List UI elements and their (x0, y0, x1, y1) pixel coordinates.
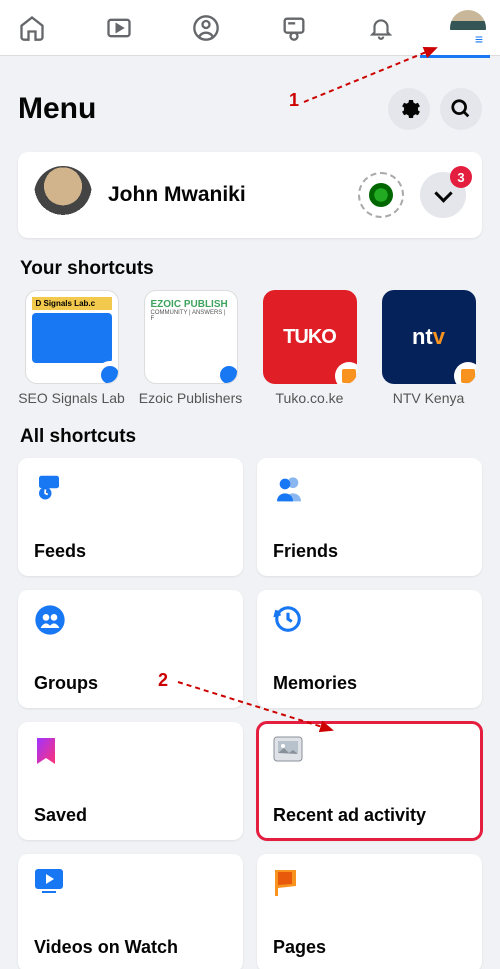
tile-feeds[interactable]: Feeds (18, 458, 243, 576)
memories-icon (273, 604, 305, 636)
profile-card[interactable]: John Mwaniki 3 (18, 152, 482, 238)
shortcut-ntv-kenya[interactable]: ntv NTV Kenya (375, 290, 482, 406)
watch-tab[interactable] (99, 8, 139, 48)
shortcut-seo-signals-lab[interactable]: D Signals Lab.c SEO Signals Lab (18, 290, 125, 406)
feeds-icon (34, 472, 66, 504)
group-badge-icon (96, 361, 119, 384)
page-badge-icon (454, 362, 476, 384)
menu-tab-avatar[interactable] (448, 8, 488, 48)
tile-saved[interactable]: Saved (18, 722, 243, 840)
search-button[interactable] (440, 88, 482, 130)
home-tab[interactable] (12, 8, 52, 48)
switch-profile-button[interactable] (358, 172, 404, 218)
menu-header: Menu (18, 88, 482, 130)
shortcut-label: Ezoic Publishers (139, 390, 243, 406)
group-badge-icon (215, 361, 238, 384)
shortcut-tuko[interactable]: TUKO Tuko.co.ke (256, 290, 363, 406)
shortcut-label: SEO Signals Lab (18, 390, 125, 406)
page-title: Menu (18, 92, 96, 126)
shortcut-ezoic-publishers[interactable]: EZOIC PUBLISH COMMUNITY | ANSWERS | F Ez… (137, 290, 244, 406)
shortcut-thumb: ntv (382, 290, 476, 384)
notifications-tab[interactable] (361, 8, 401, 48)
tile-friends[interactable]: Friends (257, 458, 482, 576)
tile-label: Saved (34, 805, 227, 826)
gear-icon (397, 97, 421, 121)
tile-memories[interactable]: Memories (257, 590, 482, 708)
shortcut-label: NTV Kenya (393, 390, 465, 406)
shortcut-grid: Feeds Friends Groups Memories Saved (18, 458, 482, 969)
switch-avatar-icon (369, 183, 393, 207)
profile-photo (34, 166, 92, 224)
tile-label: Videos on Watch (34, 937, 227, 958)
notification-badge: 3 (450, 166, 472, 188)
shortcut-label: Tuko.co.ke (276, 390, 344, 406)
tile-videos-on-watch[interactable]: Videos on Watch (18, 854, 243, 969)
tile-label: Pages (273, 937, 466, 958)
groups-icon (34, 604, 66, 636)
pages-icon (273, 868, 305, 900)
page-badge-icon (335, 362, 357, 384)
tile-label: Memories (273, 673, 466, 694)
shortcut-thumb: TUKO (263, 290, 357, 384)
tile-label: Feeds (34, 541, 227, 562)
shortcuts-row: D Signals Lab.c SEO Signals Lab EZOIC PU… (18, 290, 482, 406)
profile-name: John Mwaniki (108, 183, 342, 207)
active-tab-indicator (420, 55, 490, 58)
saved-icon (34, 736, 66, 768)
profile-tab[interactable] (186, 8, 226, 48)
settings-button[interactable] (388, 88, 430, 130)
friends-icon (273, 472, 305, 504)
shortcut-thumb: D Signals Lab.c (25, 290, 119, 384)
tile-pages[interactable]: Pages (257, 854, 482, 969)
videos-icon (34, 868, 66, 900)
tile-recent-ad-activity[interactable]: Recent ad activity (257, 722, 482, 840)
recent-ad-icon (273, 736, 305, 768)
top-tab-bar (0, 0, 500, 56)
hamburger-badge-icon (470, 30, 488, 48)
your-shortcuts-heading: Your shortcuts (20, 258, 480, 280)
marketplace-tab[interactable] (274, 8, 314, 48)
tile-groups[interactable]: Groups (18, 590, 243, 708)
tile-label: Friends (273, 541, 466, 562)
all-shortcuts-heading: All shortcuts (20, 426, 480, 448)
tile-label: Groups (34, 673, 227, 694)
search-icon (450, 98, 472, 120)
tile-label: Recent ad activity (273, 805, 466, 826)
shortcut-thumb: EZOIC PUBLISH COMMUNITY | ANSWERS | F (144, 290, 238, 384)
